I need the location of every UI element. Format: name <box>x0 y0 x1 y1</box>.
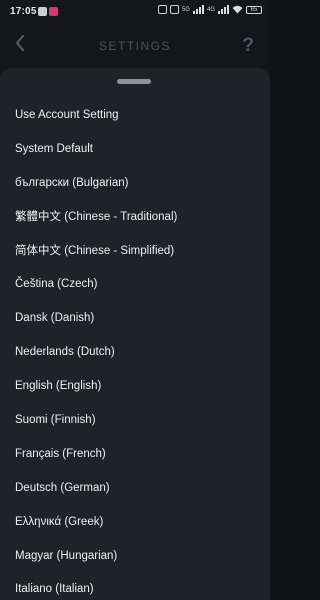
wifi-icon <box>232 5 243 14</box>
language-option[interactable]: System Default <box>0 133 270 167</box>
notification-icon <box>38 7 47 16</box>
help-button[interactable]: ? <box>242 35 254 57</box>
status-icons: 5G 4G 65 <box>157 5 262 14</box>
language-option[interactable]: Dansk (Danish) <box>0 302 270 336</box>
language-option[interactable]: български (Bulgarian) <box>0 167 270 201</box>
page-title: SETTINGS <box>98 39 171 53</box>
language-option[interactable]: Use Account Setting <box>0 99 270 133</box>
sheet-drag-handle[interactable] <box>117 79 151 84</box>
language-option[interactable]: Magyar (Hungarian) <box>0 540 270 574</box>
question-mark-icon: ? <box>242 35 254 56</box>
language-option[interactable]: Deutsch (German) <box>0 472 270 506</box>
network-4g-label: 4G <box>206 6 215 13</box>
network-5g-label: 5G <box>181 6 190 13</box>
screen: 17:05 5G 4G 65 SETTINGS ? Use Account Se… <box>0 0 270 600</box>
language-option[interactable]: Čeština (Czech) <box>0 268 270 302</box>
alarm-icon <box>169 5 179 14</box>
language-options-list: Use Account Setting System Default бълга… <box>0 99 270 600</box>
language-option[interactable]: 繁體中文 (Chinese - Traditional) <box>0 201 270 235</box>
status-time: 17:05 <box>10 6 37 17</box>
language-option[interactable]: Français (French) <box>0 438 270 472</box>
settings-header: SETTINGS ? <box>0 28 270 66</box>
language-bottom-sheet: Use Account Setting System Default бълга… <box>0 68 270 600</box>
language-option[interactable]: English (English) <box>0 370 270 404</box>
language-option[interactable]: Nederlands (Dutch) <box>0 336 270 370</box>
language-option[interactable]: Ελληνικά (Greek) <box>0 506 270 540</box>
status-bar: 17:05 5G 4G 65 <box>0 0 270 24</box>
battery-icon: 65 <box>246 5 262 14</box>
language-option[interactable]: 简体中文 (Chinese - Simplified) <box>0 235 270 269</box>
language-option[interactable]: Suomi (Finnish) <box>0 404 270 438</box>
app-notification-icon <box>49 7 58 16</box>
vibrate-icon <box>157 5 167 14</box>
signal-4g-icon <box>218 5 229 14</box>
language-option[interactable]: Italiano (Italian) <box>0 573 270 600</box>
signal-5g-icon <box>192 5 204 14</box>
